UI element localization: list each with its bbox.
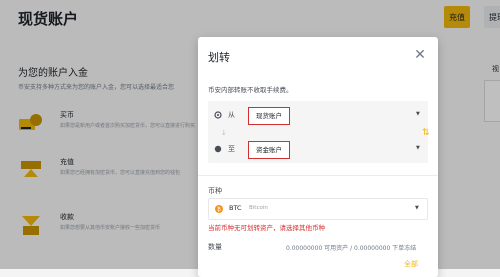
modal-title: 划转: [208, 51, 230, 64]
swap-icon[interactable]: ⇅: [422, 128, 432, 138]
from-icon: [214, 111, 222, 119]
coin-select[interactable]: ₿ BTC Bitcoin ▼: [208, 198, 428, 220]
error-message: 当前币种无可划转资产，请选择其他币种: [208, 224, 325, 232]
to-account-select[interactable]: 资金账户: [248, 141, 290, 159]
from-account-select[interactable]: 现货账户: [248, 107, 290, 125]
to-label: 至: [228, 145, 235, 153]
fee-notice: 币安内部转账不收取手续费。: [208, 86, 293, 94]
from-label: 从: [228, 111, 235, 119]
transfer-modal: 划转 ✕ 币安内部转账不收取手续费。 从 现货账户 ▼ ↓ ⇅ 至 资金账户 ▼…: [198, 37, 438, 277]
from-row: 从 现货账户 ▼: [214, 107, 424, 125]
coin-name: Bitcoin: [249, 204, 268, 211]
coin-label: 币种: [208, 187, 222, 195]
chevron-down-icon[interactable]: ▼: [416, 145, 420, 151]
svg-text:₿: ₿: [217, 206, 221, 213]
transfer-accounts-box: 从 现货账户 ▼ ↓ ⇅ 至 资金账户 ▼: [208, 101, 430, 163]
chevron-down-icon[interactable]: ▼: [416, 111, 420, 117]
quantity-label: 数量: [208, 243, 222, 251]
all-button[interactable]: 全部: [404, 259, 418, 269]
chevron-down-icon: ▼: [415, 205, 419, 211]
divider: [198, 175, 438, 176]
coin-symbol: BTC: [229, 204, 242, 212]
close-icon[interactable]: ✕: [412, 47, 428, 63]
btc-icon: ₿: [215, 205, 223, 213]
to-row: 至 资金账户 ▼: [214, 141, 424, 159]
to-icon: [214, 145, 222, 153]
available-balance: 0.00000000 可用资产 / 0.00000000 下单冻结: [286, 245, 417, 252]
arrow-down-icon: ↓: [221, 129, 227, 137]
